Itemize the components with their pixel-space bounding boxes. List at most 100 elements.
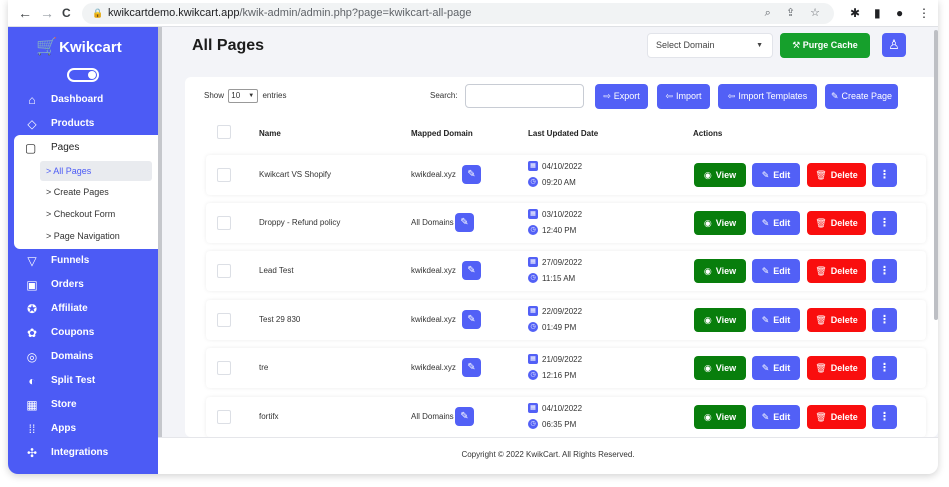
create-page-button[interactable]: ✎ Create Page (825, 84, 898, 109)
more-options-button[interactable]: ⋮ (872, 259, 897, 283)
delete-button[interactable]: 🗑 Delete (807, 405, 866, 429)
delete-button[interactable]: 🗑 Delete (807, 308, 866, 332)
eye-icon: ◉ (703, 266, 712, 276)
edit-label: Edit (773, 363, 791, 373)
mapped-domain: kwikdeal.xyz (411, 266, 456, 275)
row-checkbox[interactable] (217, 216, 231, 230)
export-label: Export (613, 91, 640, 101)
sidebar-item-store[interactable]: ▦ Store (8, 394, 158, 416)
view-button[interactable]: ◉ View (694, 163, 746, 187)
import-templates-button[interactable]: ⇦ Import Templates (718, 84, 817, 109)
column-header-mapped-domain[interactable]: Mapped Domain (411, 129, 473, 138)
reload-icon[interactable]: C (62, 4, 71, 22)
table-row: Lead Test kwikdeal.xyz ✎ ▦ 27/09/2022 ◷ 11:15 … (206, 251, 926, 291)
sidebar-item-label: Domains (51, 351, 94, 362)
edit-button[interactable]: ✎ Edit (752, 163, 800, 187)
more-options-button[interactable]: ⋮ (872, 211, 897, 235)
eye-icon: ◉ (703, 315, 712, 325)
delete-button[interactable]: 🗑 Delete (807, 211, 866, 235)
export-button[interactable]: ⇨ Export (595, 84, 648, 109)
sidebar-item-pages[interactable]: ▢ Pages (14, 139, 158, 157)
edit-button[interactable]: ✎ Edit (752, 356, 800, 380)
submenu-all-pages[interactable]: > All Pages (40, 161, 152, 181)
sidebar-item-dashboard[interactable]: ⌂ Dashboard (8, 89, 158, 111)
sidebar-item-label: Funnels (51, 255, 90, 266)
submenu-checkout-form[interactable]: > Checkout Form (40, 204, 152, 224)
back-icon[interactable]: ← (18, 4, 32, 22)
view-button[interactable]: ◉ View (694, 259, 746, 283)
sidepanel-icon[interactable]: ▮ (874, 4, 881, 22)
page-name: Lead Test (259, 266, 294, 275)
search-label: Search: (430, 91, 458, 100)
import-label: Import (676, 91, 702, 101)
clock-icon: ◷ (528, 322, 538, 332)
edit-domain-button[interactable]: ✎ (462, 310, 481, 329)
edit-button[interactable]: ✎ Edit (752, 259, 800, 283)
edit-button[interactable]: ✎ Edit (752, 308, 800, 332)
row-checkbox[interactable] (217, 410, 231, 424)
view-button[interactable]: ◉ View (694, 211, 746, 235)
profile-icon[interactable]: ● (896, 4, 903, 22)
sidebar-toggle[interactable] (67, 68, 99, 82)
updated-date: 27/09/2022 (542, 258, 583, 267)
delete-label: Delete (830, 412, 858, 422)
updated-date: 04/10/2022 (542, 162, 583, 171)
user-account-button[interactable]: ♙ (882, 33, 906, 57)
sidebar-item-split-test[interactable]: ◐ Split Test (8, 370, 158, 392)
address-bar[interactable]: 🔒 kwikcartdemo.kwikcart.app/kwik-admin/a… (82, 3, 834, 24)
sidebar-item-apps[interactable]: ⁞⁞ Apps (8, 418, 158, 440)
edit-domain-button[interactable]: ✎ (462, 358, 481, 377)
trash-icon: 🗑 (815, 412, 827, 422)
sidebar-item-funnels[interactable]: ▽ Funnels (8, 250, 158, 272)
view-button[interactable]: ◉ View (694, 356, 746, 380)
more-options-button[interactable]: ⋮ (872, 356, 897, 380)
address-bar-icons[interactable]: ⌕ ⇪ ☆ (765, 3, 826, 24)
submenu-page-navigation[interactable]: > Page Navigation (40, 226, 152, 246)
more-options-button[interactable]: ⋮ (872, 405, 897, 429)
delete-button[interactable]: 🗑 Delete (807, 259, 866, 283)
column-header-last-updated[interactable]: Last Updated Date (528, 129, 598, 138)
submenu-create-pages[interactable]: > Create Pages (40, 182, 152, 202)
edit-button[interactable]: ✎ Edit (752, 211, 800, 235)
edit-domain-button[interactable]: ✎ (462, 261, 481, 280)
sidebar-item-domains[interactable]: ◎ Domains (8, 346, 158, 368)
edit-label: Edit (773, 170, 791, 180)
import-button[interactable]: ⇦ Import (657, 84, 710, 109)
sidebar-item-products[interactable]: ◇ Products (8, 113, 158, 135)
edit-domain-button[interactable]: ✎ (455, 407, 474, 426)
sidebar-item-orders[interactable]: ▣ Orders (8, 274, 158, 296)
integrations-icon: ✣ (26, 446, 38, 460)
entries-select[interactable]: 10 ▼ (228, 89, 259, 103)
row-checkbox[interactable] (217, 361, 231, 375)
sidebar-item-label: Affiliate (51, 303, 88, 314)
browser-menu-icon[interactable]: ⋮ (918, 4, 930, 22)
forward-icon[interactable]: → (40, 4, 54, 22)
select-domain-dropdown[interactable]: Select Domain ▼ (647, 33, 773, 58)
delete-button[interactable]: 🗑 Delete (807, 163, 866, 187)
purge-cache-button[interactable]: ⚒ Purge Cache (780, 33, 870, 58)
sidebar-item-affiliate[interactable]: ✪ Affiliate (8, 298, 158, 320)
page-name: Kwikcart VS Shopify (259, 170, 332, 179)
column-header-name[interactable]: Name (259, 129, 281, 138)
sidebar-item-coupons[interactable]: ✿ Coupons (8, 322, 158, 344)
sidebar-item-label: Dashboard (51, 94, 104, 105)
edit-domain-button[interactable]: ✎ (462, 165, 481, 184)
extensions-icon[interactable]: ✱ (850, 4, 860, 22)
edit-button[interactable]: ✎ Edit (752, 405, 800, 429)
delete-button[interactable]: 🗑 Delete (807, 356, 866, 380)
more-options-button[interactable]: ⋮ (872, 163, 897, 187)
sidebar-item-integrations[interactable]: ✣ Integrations (8, 442, 158, 464)
row-checkbox[interactable] (217, 313, 231, 327)
more-options-button[interactable]: ⋮ (872, 308, 897, 332)
search-input[interactable] (465, 84, 584, 108)
logo[interactable]: 🛒 Kwikcart (36, 37, 122, 57)
delete-label: Delete (830, 218, 858, 228)
row-checkbox[interactable] (217, 168, 231, 182)
edit-domain-button[interactable]: ✎ (455, 213, 474, 232)
select-all-checkbox[interactable] (217, 125, 231, 139)
page-scrollbar[interactable] (934, 30, 938, 320)
view-button[interactable]: ◉ View (694, 308, 746, 332)
row-checkbox[interactable] (217, 264, 231, 278)
view-button[interactable]: ◉ View (694, 405, 746, 429)
sidebar-scrollbar[interactable] (158, 27, 162, 437)
